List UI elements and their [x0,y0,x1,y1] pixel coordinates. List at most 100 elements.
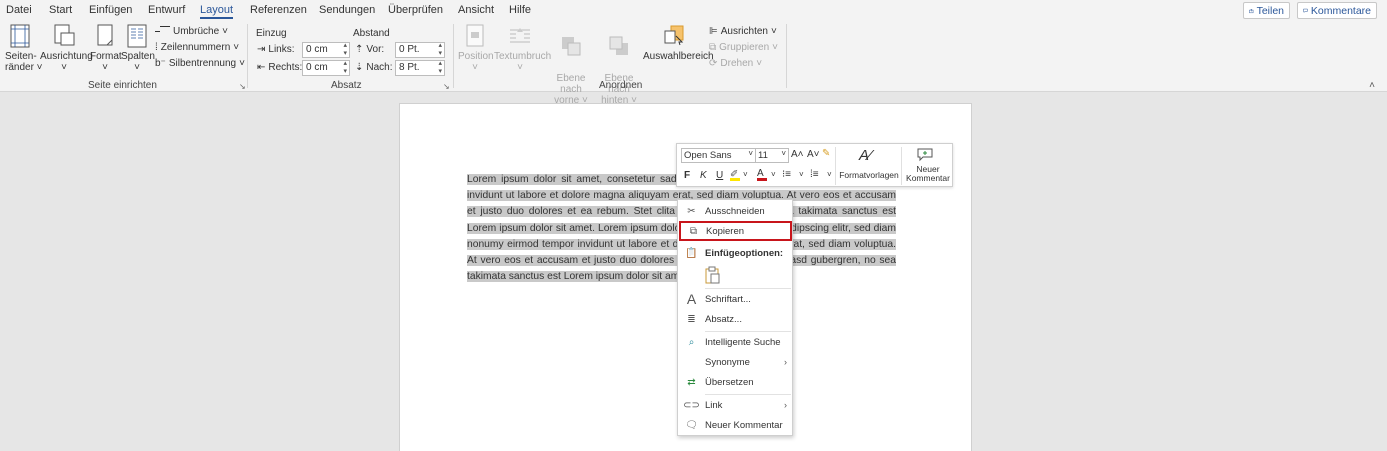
tab-start[interactable]: Start [49,4,72,16]
ribbon-tabs-bar: Datei Start Einfügen Entwurf Layout Refe… [0,0,1387,20]
format-label: Format [90,51,122,62]
chevron-down-icon[interactable]: ˅ [827,170,832,179]
zeilennummern-button[interactable]: ⁞ Zeilennummern ˅ [155,42,239,53]
position-button[interactable]: Position ˅ [458,24,494,73]
menu-item-schriftart[interactable]: A Schriftart... [678,290,792,308]
ebene-nach-hinten-button[interactable]: Ebene nach hinten ˅ [596,24,642,106]
chevron-down-icon[interactable]: ˅ [799,170,804,179]
format-button[interactable]: Format ˅ [90,24,122,73]
menu-item-kopieren[interactable]: ⧉ Kopieren [679,221,792,241]
group-icon: ⧉ [709,42,717,53]
bullets-icon[interactable]: ⁝≡ [782,169,791,180]
spinner-arrows-icon[interactable]: ▴ ▾ [343,60,347,76]
font-icon: A [686,291,697,307]
menu-item-absatz[interactable]: ≣ Absatz... [678,310,792,328]
font-size-select[interactable]: 11 ˅ [755,148,789,163]
selection-pane-icon [664,25,684,46]
ribbon: Seiten-ränder ˅ Ausrichtung ˅ Format ˅ Spa… [0,20,1387,106]
seite-einrichten-launcher-icon[interactable]: ↘ [239,82,246,91]
tab-referenzen[interactable]: Referenzen [250,4,307,16]
share-button[interactable]: Teilen [1243,2,1290,19]
underline-button[interactable]: U [716,170,723,181]
spinner-arrows-icon[interactable]: ▴ ▾ [438,60,442,76]
highlight-color-icon[interactable]: ✐ [730,169,740,181]
numbering-icon[interactable]: ⁞≡ [810,169,819,180]
tab-datei[interactable]: Datei [6,4,32,16]
italic-button[interactable]: K [700,170,707,181]
group-label-seite-einrichten: Seite einrichten [88,80,157,91]
group-label-absatz: Absatz [331,80,362,91]
menu-item-uebersetzen[interactable]: ⇄ Übersetzen [678,373,792,391]
auswahlbereich-button[interactable]: Auswahlbereich [643,24,714,62]
copy-icon: ⧉ [689,225,698,237]
columns-icon [127,24,147,48]
rechts-row: ⇤ Rechts: [257,62,303,73]
comment-icon [1303,8,1308,13]
tab-ueberpruefen[interactable]: Überprüfen [388,4,443,16]
ausrichten-button[interactable]: ⊫ Ausrichten ˅ [709,26,777,37]
collapse-ribbon-icon[interactable]: ˄ [1369,80,1375,91]
toolbar-divider [835,147,836,185]
format-painter-icon[interactable]: ✎ [822,148,830,159]
formatvorlagen-label[interactable]: Formatvorlagen [837,171,901,180]
tab-entwurf[interactable]: Entwurf [148,4,185,16]
group-divider [786,24,787,88]
drehen-button[interactable]: ⟳ Drehen ˅ [709,58,762,69]
shrink-font-icon[interactable]: A˅ [807,149,820,160]
send-backward-icon [609,36,628,55]
font-name-select[interactable]: Open Sans ˅ [681,148,756,163]
toolbar-divider [901,147,902,185]
indent-left-icon: ⇥ [257,44,266,55]
spinner-arrows-icon[interactable]: ▴ ▾ [438,42,442,58]
share-icon [1249,8,1254,13]
tab-einfuegen[interactable]: Einfügen [89,4,132,16]
gruppieren-button[interactable]: ⧉ Gruppieren ˅ [709,42,778,53]
position-icon [466,24,484,47]
vor-row: ⇡ Vor: [355,44,385,55]
menu-item-intelligente-suche[interactable]: ⌕ Intelligente Suche [678,333,792,351]
group-divider [453,24,454,88]
menu-item-link[interactable]: ⊂⊃ Link › [678,396,792,414]
ausrichtung-label: Ausrichtung [40,51,93,62]
abstand-vor-input[interactable]: 0 Pt. ▴ ▾ [395,42,445,58]
tab-ansicht[interactable]: Ansicht [458,4,494,16]
chevron-down-icon[interactable]: ˅ [743,170,748,179]
menu-item-ausschneiden[interactable]: ✂ Ausschneiden [678,202,792,220]
spacing-before-icon: ⇡ [355,44,364,55]
ausrichtung-button[interactable]: Ausrichtung ˅ [40,24,93,73]
ebene-nach-vorne-button[interactable]: Ebene nach vorne ˅ [548,24,594,106]
neuer-kommentar-label[interactable]: Neuer Kommentar [903,165,953,183]
font-color-icon[interactable]: A [757,168,767,181]
umbrueche-button[interactable]: ⎯⎺ Umbrüche ˅ [155,26,228,37]
new-comment-icon[interactable] [917,148,933,162]
spinner-arrows-icon[interactable]: ▴ ▾ [343,42,347,58]
tab-hilfe[interactable]: Hilfe [509,4,531,16]
nach-row: ⇣ Nach: [355,62,393,73]
spalten-button[interactable]: Spalten ˅ [121,24,155,73]
absatz-launcher-icon[interactable]: ↘ [443,82,450,91]
bold-button[interactable]: F [684,170,690,181]
comments-button[interactable]: Kommentare [1297,2,1377,19]
seitenraender-button[interactable]: Seiten-ränder ˅ [5,24,43,73]
menu-separator [705,331,791,332]
tab-layout[interactable]: Layout [200,4,234,19]
textumbruch-button[interactable]: Textumbruch ˅ [494,24,551,73]
chevron-down-icon[interactable]: ˅ [771,170,776,179]
group-divider [247,24,248,88]
einzug-rechts-input[interactable]: 0 cm ▴ ▾ [302,60,350,76]
abstand-nach-input[interactable]: 8 Pt. ▴ ▾ [395,60,445,76]
styles-icon[interactable]: A⁄ [859,147,872,164]
menu-item-neuer-kommentar[interactable]: 🗨 Neuer Kommentar [678,416,792,434]
chevron-down-icon: ˅ [781,149,786,158]
line-numbers-icon: ⁞ [155,42,158,53]
paste-option-keep-source[interactable] [678,264,792,286]
silbentrennung-button[interactable]: b⁻ Silbentrennung ˅ [155,58,245,69]
menu-item-synonyme[interactable]: Synonyme › [678,353,792,371]
comment-icon: 🗨 [685,419,698,431]
tab-sendungen[interactable]: Sendungen [319,4,375,16]
spacing-after-icon: ⇣ [355,62,364,73]
einzug-links-input[interactable]: 0 cm ▴ ▾ [302,42,350,58]
paste-clipboard-icon [705,266,720,284]
grow-font-icon[interactable]: A˄ [791,149,804,160]
smart-lookup-icon: ⌕ [688,336,695,348]
